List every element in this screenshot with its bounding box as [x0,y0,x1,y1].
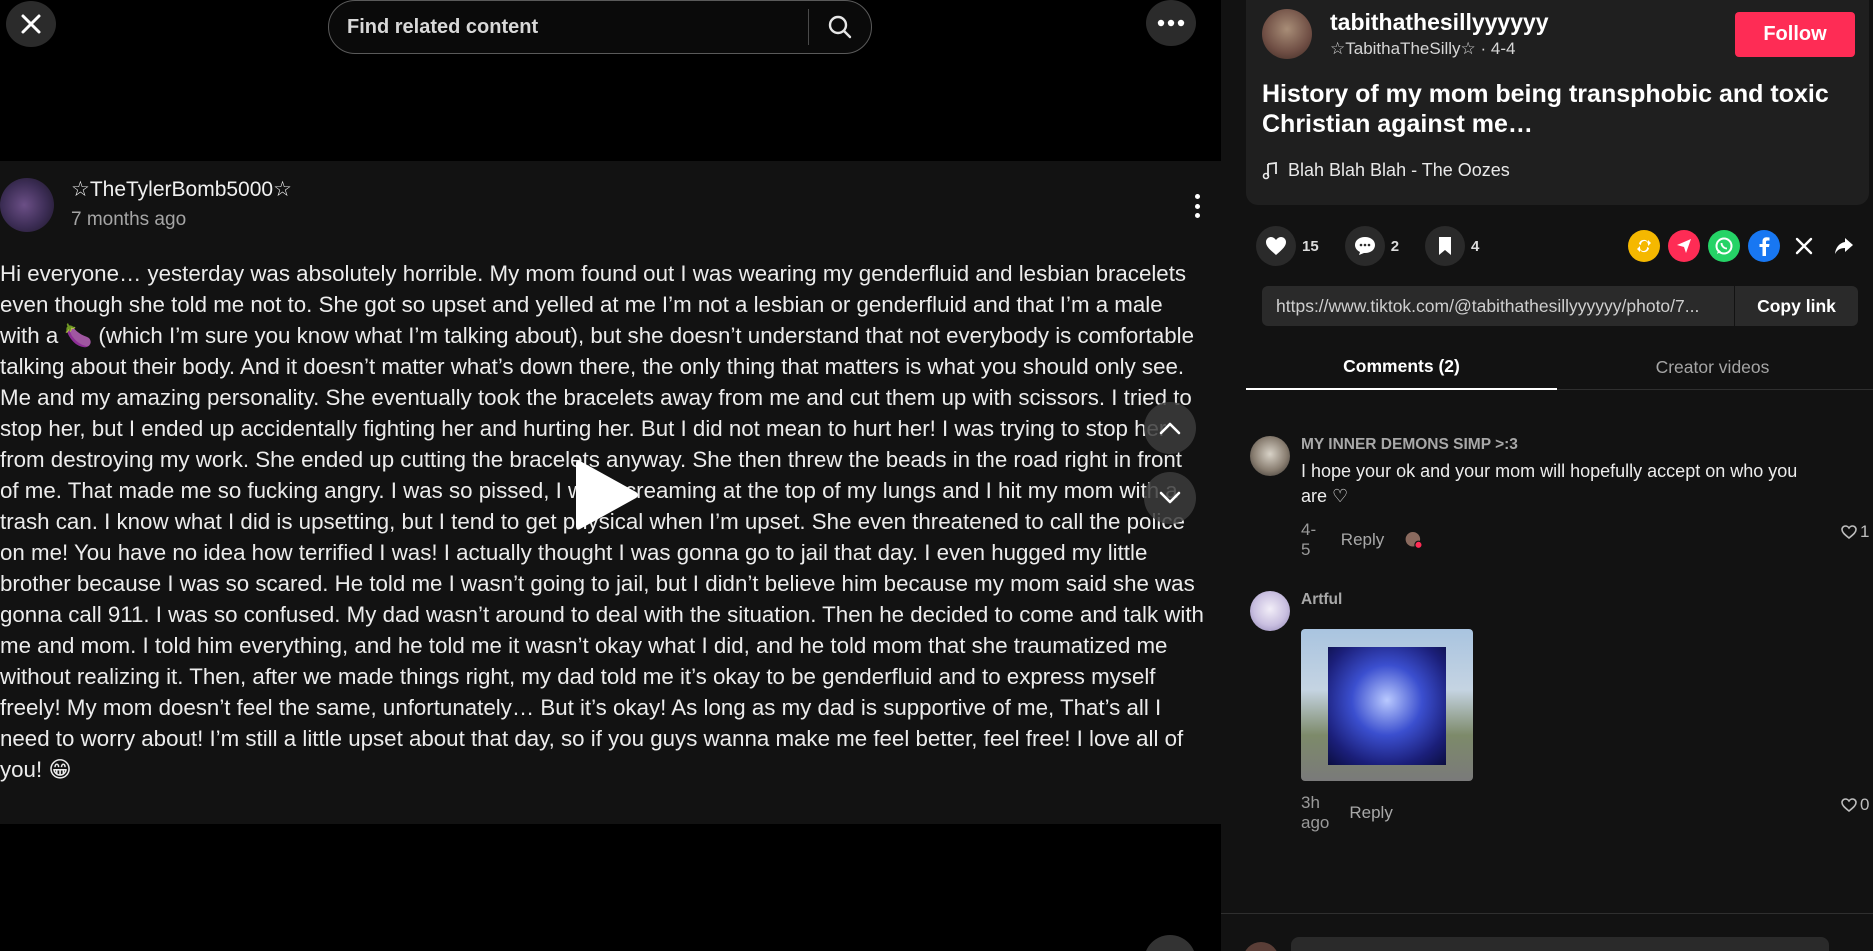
whatsapp-share-button[interactable] [1708,230,1740,262]
comment-icon-circle [1344,226,1385,266]
comment-like-button[interactable]: 1 [1841,522,1869,542]
comment-avatar[interactable] [1250,591,1290,631]
creator-avatar[interactable] [1262,9,1312,59]
copy-link-button[interactable]: Copy link [1734,286,1858,326]
share-link-url[interactable]: https://www.tiktok.com/@tabithathesillyy… [1262,296,1734,317]
comment-username[interactable]: MY INNER DEMONS SIMP >:3 [1301,436,1518,454]
more-horizontal-icon [1157,19,1185,27]
comment-like-button[interactable]: 0 [1841,795,1869,815]
bookmark-icon [1439,237,1452,255]
comment-like-count: 1 [1860,522,1870,541]
comment-date: 4-5 [1301,520,1317,559]
more-options-button[interactable] [1146,0,1196,46]
action-bar: 15 2 4 [1256,225,1505,267]
post-author-name[interactable]: ☆TheTylerBomb5000☆ [71,177,292,202]
repost-icon [1637,239,1651,253]
save-count: 4 [1471,237,1480,255]
creator-username[interactable]: tabithathesillyyyyyy [1330,9,1549,36]
chevron-up-icon [1159,422,1181,435]
creator-liked-avatar-icon [1405,531,1423,550]
share-arrow-icon [1835,238,1853,254]
post-timestamp: 7 months ago [71,209,187,230]
music-link[interactable]: Blah Blah Blah - The Oozes [1262,160,1510,181]
search-input[interactable]: Find related content [329,16,808,39]
tab-comments[interactable]: Comments (2) [1246,345,1557,390]
reply-button[interactable]: Reply [1349,803,1392,823]
tab-creator-videos[interactable]: Creator videos [1557,345,1868,390]
post-author-avatar[interactable] [0,178,54,232]
reply-button[interactable]: Reply [1341,530,1384,550]
kebab-dot [1194,203,1200,209]
comment-bubble-icon [1354,237,1375,255]
kebab-dot [1194,194,1200,199]
send-to-friend-button[interactable] [1668,230,1700,262]
media-viewer: Find related content ☆TheTylerBomb5000☆ … [0,0,1221,951]
details-panel: tabithathesillyyyyyy ☆TabithaTheSilly☆ ·… [1221,0,1873,951]
search-bar[interactable]: Find related content [328,0,872,54]
comment-button[interactable]: 2 [1344,226,1400,266]
panel-tabs: Comments (2) Creator videos [1246,345,1873,390]
volume-button[interactable] [1144,935,1196,951]
share-row [1628,230,1860,262]
anime-character-image [1328,647,1446,765]
x-share-button[interactable] [1788,230,1820,262]
play-button[interactable] [570,455,642,535]
search-icon [828,15,852,39]
creator-nickname-date: ☆TabithaTheSilly☆ · 4-4 [1330,39,1516,58]
comment-meta: 3h ago Reply [1301,793,1393,833]
facebook-share-button[interactable] [1748,230,1780,262]
next-button[interactable] [1144,472,1196,524]
music-note-icon [1262,161,1277,179]
save-button[interactable]: 4 [1425,226,1479,266]
comment-date: 3h ago [1301,793,1330,832]
close-icon [21,14,41,34]
chevron-down-icon [1159,491,1181,504]
send-icon [1677,239,1691,253]
add-comment-input[interactable] [1291,937,1829,951]
facebook-icon [1759,237,1770,256]
x-icon [1795,237,1813,255]
post-more-button[interactable] [1186,190,1208,222]
previous-button[interactable] [1144,402,1196,454]
heart-outline-icon [1841,798,1857,812]
comment-meta: 4-5 Reply [1301,520,1424,560]
whatsapp-icon [1715,237,1733,255]
heart-icon [1266,237,1286,255]
kebab-dot [1194,213,1200,218]
comment-sticker-image[interactable] [1301,629,1473,781]
heart-outline-icon [1841,525,1857,539]
save-icon-circle [1425,226,1466,266]
post-title: History of my mom being transphobic and … [1262,80,1829,138]
more-share-button[interactable] [1828,230,1860,262]
comment-username[interactable]: Artful [1301,591,1342,609]
search-button[interactable] [809,0,871,54]
comment-like-count: 0 [1860,795,1870,814]
repost-button[interactable] [1628,230,1660,262]
follow-button[interactable]: Follow [1735,12,1855,57]
like-icon-circle [1256,226,1296,266]
share-link-box: https://www.tiktok.com/@tabithathesillyy… [1262,286,1858,326]
comment-avatar[interactable] [1250,436,1290,476]
comment-text: I hope your ok and your mom will hopeful… [1301,461,1798,506]
like-count: 15 [1302,237,1319,255]
music-title: Blah Blah Blah - The Oozes [1288,160,1510,180]
comment-count: 2 [1390,237,1400,255]
play-icon [576,460,638,530]
close-button[interactable] [6,1,56,47]
app-root: Find related content ☆TheTylerBomb5000☆ … [0,0,1873,951]
like-button[interactable]: 15 [1256,226,1319,266]
comment-composer [1221,913,1873,951]
current-user-avatar [1243,942,1279,951]
